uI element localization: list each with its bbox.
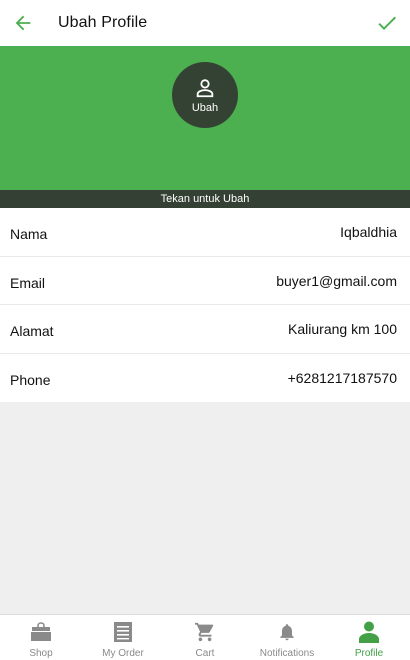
phone-value[interactable]: +6281217187570: [288, 370, 397, 386]
back-button[interactable]: [10, 10, 36, 36]
avatar-label: Ubah: [191, 101, 219, 114]
nav-label-shop: Shop: [29, 648, 53, 659]
nav-item-my-order[interactable]: My Order: [82, 615, 164, 660]
nav-label-my-order: My Order: [102, 648, 144, 659]
phone-label: Phone: [10, 371, 51, 388]
cart-icon: [194, 622, 214, 642]
receipt-list-icon: [114, 622, 132, 642]
nav-item-shop[interactable]: Shop: [0, 615, 82, 660]
avatar-button[interactable]: Ubah: [172, 62, 238, 128]
email-row[interactable]: Email buyer1@gmail.com: [0, 257, 410, 305]
address-row[interactable]: Alamat Kaliurang km 100: [0, 305, 410, 354]
check-icon: [378, 16, 396, 30]
name-label: Nama: [10, 226, 48, 242]
save-button[interactable]: [374, 10, 400, 36]
profile-form: Nama Iqbaldhia Email buyer1@gmail.com Al…: [0, 208, 410, 402]
top-app-bar: Ubah Profile: [0, 0, 410, 46]
page-title: Ubah Profile: [58, 14, 148, 31]
arrow-left-icon: [15, 15, 31, 31]
email-label: Email: [10, 274, 46, 291]
bell-icon: [280, 624, 294, 641]
profile-header: Ubah: [0, 46, 410, 190]
email-value[interactable]: buyer1@gmail.com: [276, 273, 397, 289]
nav-label-profile: Profile: [354, 648, 384, 659]
person-icon: [359, 621, 379, 643]
address-label: Alamat: [10, 323, 54, 339]
nav-item-notifications[interactable]: Notifications: [246, 615, 328, 660]
change-photo-bar[interactable]: Tekan untuk Ubah: [0, 190, 410, 208]
nav-item-profile[interactable]: Profile: [328, 615, 410, 660]
person-icon: [196, 78, 214, 97]
nav-item-cart[interactable]: Cart: [164, 615, 246, 660]
nav-label-notifications: Notifications: [259, 648, 315, 659]
shopping-bag-icon: [31, 622, 51, 641]
name-row[interactable]: Nama Iqbaldhia: [0, 208, 410, 257]
address-value[interactable]: Kaliurang km 100: [288, 321, 397, 337]
bottom-navigation: Shop My Order Cart Notifications Profile: [0, 614, 410, 660]
name-value[interactable]: Iqbaldhia: [340, 224, 397, 240]
nav-label-cart: Cart: [195, 648, 215, 659]
app-root: Ubah Profile Ubah Tekan untuk Ubah Nama …: [0, 0, 410, 660]
phone-row[interactable]: Phone +6281217187570: [0, 354, 410, 403]
